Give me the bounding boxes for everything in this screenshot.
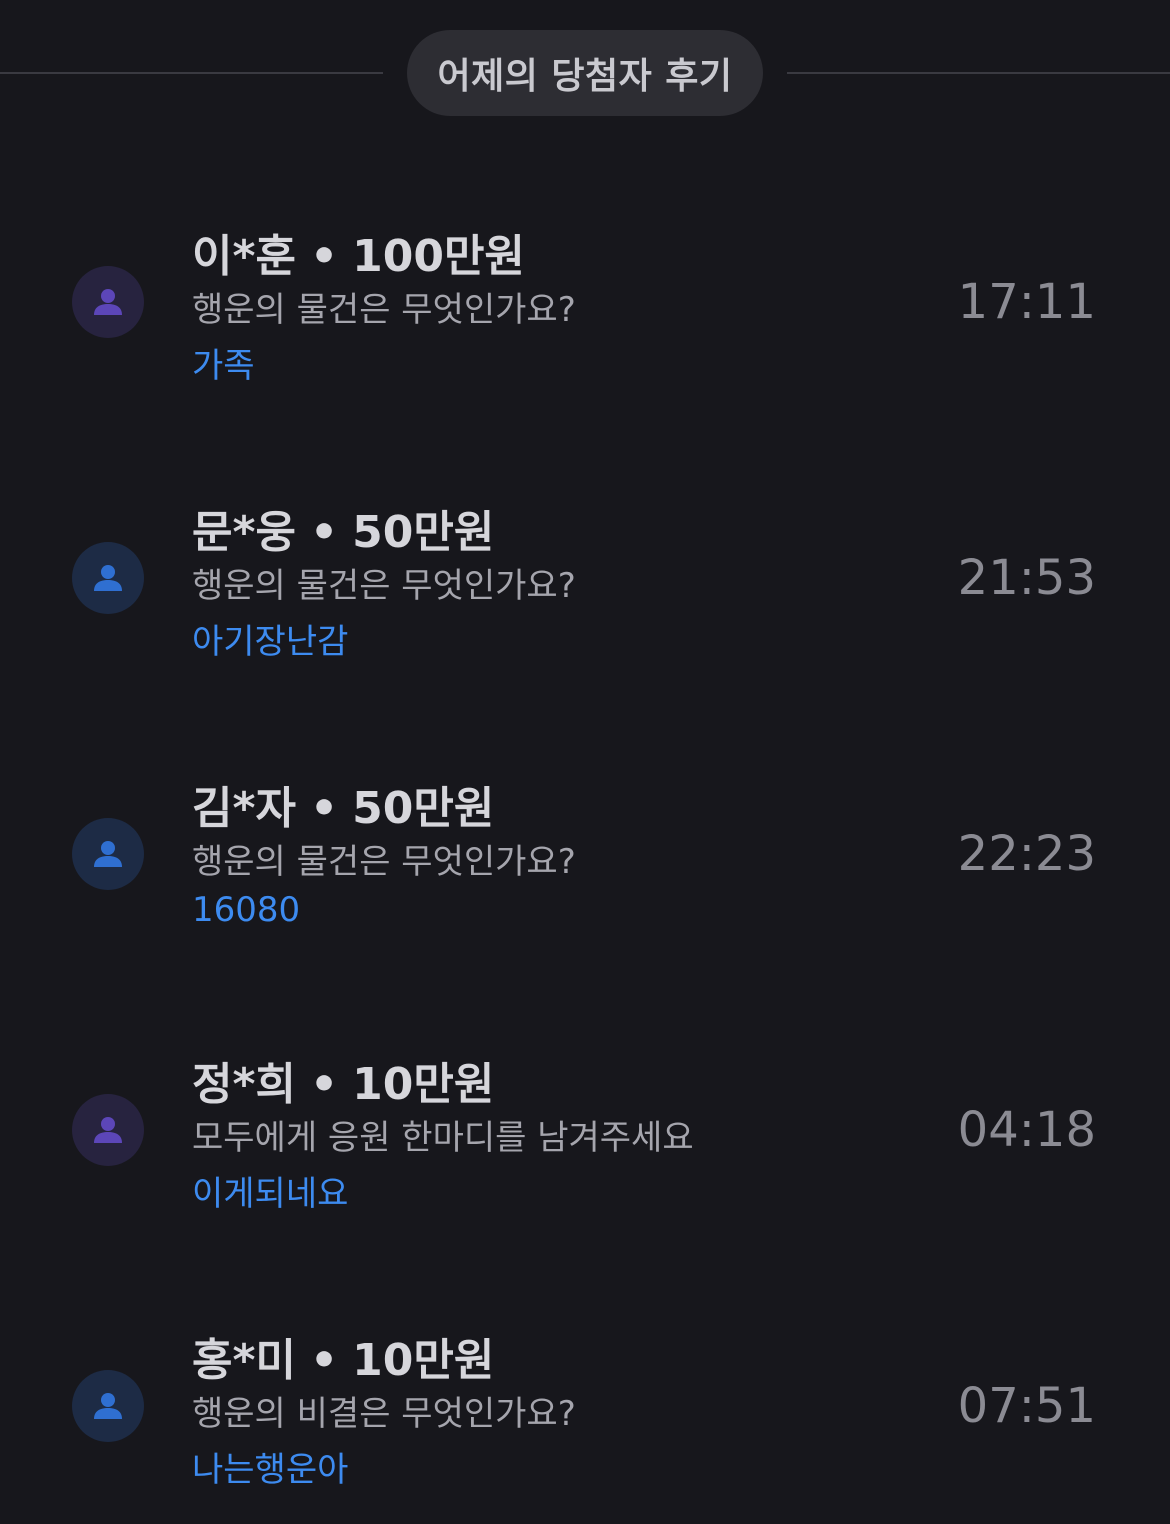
- review-item[interactable]: 문*웅 • 50만원 행운의 물건은 무엇인가요? 아기장난감 21:53: [0, 496, 1170, 696]
- separator-dot: •: [309, 783, 339, 834]
- winner-heading: 문*웅 • 50만원: [192, 496, 494, 560]
- review-question: 행운의 물건은 무엇인가요?: [192, 566, 576, 606]
- winner-heading: 김*자 • 50만원: [192, 772, 494, 836]
- winner-heading: 홍*미 • 10만원: [192, 1324, 494, 1388]
- review-item[interactable]: 정*희 • 10만원 모두에게 응원 한마디를 남겨주세요 이게되네요 04:18: [0, 1048, 1170, 1248]
- review-answer: 아기장난감: [192, 622, 349, 662]
- winner-name: 이*훈: [192, 231, 296, 282]
- avatar: [72, 818, 144, 890]
- winner-name: 김*자: [192, 783, 296, 834]
- prize-amount: 10만원: [352, 1059, 495, 1110]
- prize-amount: 100만원: [352, 231, 525, 282]
- prize-amount: 10만원: [352, 1335, 495, 1386]
- avatar: [72, 1094, 144, 1166]
- avatar: [72, 1370, 144, 1442]
- person-icon: [91, 1113, 125, 1147]
- separator-dot: •: [309, 231, 339, 282]
- review-time: 21:53: [957, 550, 1096, 606]
- person-icon: [91, 285, 125, 319]
- prize-amount: 50만원: [352, 783, 495, 834]
- separator-dot: •: [309, 1335, 339, 1386]
- review-time: 22:23: [957, 826, 1096, 882]
- review-item[interactable]: 김*자 • 50만원 행운의 물건은 무엇인가요? 16080 22:23: [0, 772, 1170, 972]
- person-icon: [91, 1389, 125, 1423]
- review-time: 17:11: [957, 274, 1096, 330]
- review-question: 행운의 물건은 무엇인가요?: [192, 290, 576, 330]
- winner-name: 홍*미: [192, 1335, 296, 1386]
- winner-name: 문*웅: [192, 507, 296, 558]
- review-item[interactable]: 이*훈 • 100만원 행운의 물건은 무엇인가요? 가족 17:11: [0, 220, 1170, 420]
- person-icon: [91, 561, 125, 595]
- winner-heading: 정*희 • 10만원: [192, 1048, 494, 1112]
- review-question: 행운의 비결은 무엇인가요?: [192, 1394, 576, 1434]
- review-time: 07:51: [957, 1378, 1096, 1434]
- winner-name: 정*희: [192, 1059, 296, 1110]
- review-question: 모두에게 응원 한마디를 남겨주세요: [192, 1118, 694, 1158]
- review-item[interactable]: 홍*미 • 10만원 행운의 비결은 무엇인가요? 나는행운아 07:51: [0, 1324, 1170, 1524]
- winner-heading: 이*훈 • 100만원: [192, 220, 525, 284]
- prize-amount: 50만원: [352, 507, 495, 558]
- review-time: 04:18: [957, 1102, 1096, 1158]
- avatar: [72, 542, 144, 614]
- avatar: [72, 266, 144, 338]
- separator-dot: •: [309, 1059, 339, 1110]
- review-answer: 이게되네요: [192, 1174, 349, 1214]
- review-answer: 가족: [192, 346, 255, 386]
- review-answer: 나는행운아: [192, 1450, 349, 1490]
- person-icon: [91, 837, 125, 871]
- review-list: 이*훈 • 100만원 행운의 물건은 무엇인가요? 가족 17:11 문*웅 • 50…: [0, 0, 1170, 1524]
- review-question: 행운의 물건은 무엇인가요?: [192, 842, 576, 882]
- review-answer: 16080: [192, 890, 301, 930]
- separator-dot: •: [309, 507, 339, 558]
